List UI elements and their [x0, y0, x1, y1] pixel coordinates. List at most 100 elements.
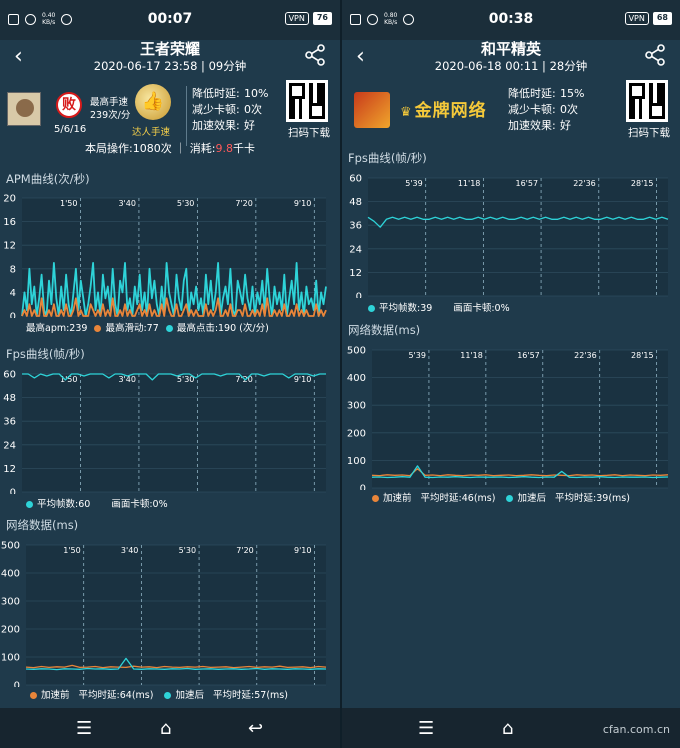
net-legend-after: 加速后 — [175, 690, 204, 701]
brand-name: 金牌网络 — [414, 101, 487, 121]
lag-label: 减少卡顿: — [508, 103, 556, 116]
fps-legend-lag: 画面卡顿:0% — [111, 499, 168, 510]
brand-logo: ♛ 金牌网络 — [400, 96, 487, 121]
vpn-badge: VPN — [284, 12, 309, 25]
net-chart-title: 网络数据(ms) — [6, 518, 79, 532]
plot-area — [22, 374, 326, 492]
y-tick-label: 100 — [347, 456, 366, 467]
y-tick-label: 12 — [349, 268, 362, 279]
return-icon[interactable]: ↩ — [248, 718, 263, 739]
thumbs-up-medal-icon: 👍 — [135, 84, 171, 120]
hero-avatar — [7, 92, 41, 126]
session-time: 2020-06-18 00:11 | 28分钟 — [434, 59, 588, 73]
legend-dot-orange — [372, 495, 379, 502]
qr-code[interactable] — [286, 80, 328, 122]
lag-value: 0次 — [244, 103, 262, 116]
home-icon[interactable]: ⌂ — [160, 718, 171, 739]
share-icon[interactable] — [644, 44, 666, 66]
y-tick-label: 300 — [347, 401, 366, 412]
game-summary: 败 5/6/16 最高手速 239次/分 👍 达人手速 降低时延: 10% 减少卡… — [0, 78, 340, 168]
battery-level: 76 — [312, 12, 332, 25]
apm-chart-title: APM曲线(次/秒) — [6, 172, 90, 186]
left-apm-svg: 0 4 8 12 16 20 1'50 3'40 5'30 7'20 9'10 — [3, 194, 327, 318]
left-net-svg: 0 100 200 300 400 500 1'50 3'40 5'30 7'20 9'10 — [1, 541, 327, 688]
fps-chart: 0 12 24 36 48 60 1'50 3'40 5'30 7'20 9'10 — [0, 366, 334, 494]
net-chart-title: 网络数据(ms) — [348, 323, 421, 337]
y-tick-label: 400 — [347, 373, 366, 384]
x-tick-label: 5'30 — [177, 375, 194, 384]
effect-value: 好 — [244, 119, 255, 132]
fps-legend: 平均帧数:60 画面卡顿:0% — [26, 496, 168, 510]
home-icon[interactable]: ⌂ — [502, 718, 513, 739]
max-speed-label: 最高手速 — [90, 97, 129, 108]
page-header: ‹ 王者荣耀 2020-06-17 23:58 | 09分钟 — [0, 34, 340, 78]
x-tick-label: 5'30 — [179, 546, 196, 555]
qr-download-label: 扫码下载 — [628, 127, 670, 139]
qr-download-label: 扫码下载 — [288, 127, 330, 139]
effect-label: 加速效果: — [508, 119, 556, 132]
latency-value: 10% — [244, 87, 269, 100]
net-legend: 加速前 平均时延:46(ms) 加速后 平均时延:39(ms) — [372, 490, 630, 504]
summary-unit: 千卡 — [232, 142, 255, 155]
latency-label: 降低时延: — [508, 87, 556, 100]
page-title: 王者荣耀 — [139, 40, 200, 58]
x-tick-label: 1'50 — [63, 546, 80, 555]
legend-dot-cyan — [165, 325, 173, 332]
x-tick-label: 16'57 — [517, 351, 540, 360]
legend-dot-orange — [30, 692, 37, 699]
x-tick-label: 3'40 — [118, 199, 135, 208]
legend-dot-orange — [94, 325, 102, 332]
kda-record: 5/6/16 — [54, 124, 87, 135]
divider — [186, 86, 187, 146]
apm-legend-slide: 最高滑动:77 — [105, 323, 159, 334]
fps-legend-lag: 画面卡顿:0% — [453, 303, 510, 314]
y-tick-label: 24 — [349, 244, 362, 255]
net-legend-after-avg: 平均时延:39(ms) — [555, 493, 630, 504]
x-tick-label: 7'20 — [235, 199, 252, 208]
y-tick-label: 100 — [1, 653, 20, 664]
system-nav-bar: ☰ ⌂ cfan.com.cn — [342, 708, 680, 748]
game-logo — [354, 92, 390, 128]
medal-label: 达人手速 — [132, 127, 171, 138]
net-legend-before-avg: 平均时延:64(ms) — [78, 690, 154, 701]
max-speed-value: 239次/分 — [90, 110, 131, 121]
vpn-badge: VPN — [624, 12, 649, 25]
max-speed: 最高手速 239次/分 — [90, 96, 130, 122]
fps-chart-title: Fps曲线(帧/秒) — [6, 347, 85, 361]
y-tick-label: 12 — [3, 241, 16, 252]
net-legend-before: 加速前 — [383, 493, 412, 504]
x-tick-label: 28'15 — [631, 351, 654, 360]
left-fps-svg: 01224364860 1'50 3'40 5'30 7'20 9'10 — [3, 370, 326, 494]
status-icons-right: VPN 76 — [284, 12, 332, 25]
x-tick-label: 22'36 — [574, 351, 597, 360]
y-tick-label: 36 — [349, 221, 362, 232]
effect-label: 加速效果: — [192, 119, 240, 132]
fps-legend-avg: 平均帧数:39 — [379, 303, 433, 314]
x-tick-label: 9'10 — [294, 199, 311, 208]
right-net-svg: 0 100 200 300 400 500 5'39 11'18 16'57 22'36 28'15 — [347, 346, 669, 491]
y-tick-label: 300 — [1, 597, 20, 608]
qr-code[interactable] — [626, 80, 668, 122]
lag-value: 0次 — [560, 103, 578, 116]
menu-icon[interactable]: ☰ — [76, 718, 92, 739]
fps-chart-title: Fps曲线(帧/秒) — [348, 151, 427, 165]
legend-dot-cyan — [506, 495, 514, 502]
y-tick-label: 48 — [349, 197, 362, 208]
net-chart: 0 100 200 300 400 500 1'50 3'40 5'30 7'20 9'10 — [0, 537, 334, 687]
x-tick-label: 7'20 — [236, 546, 253, 555]
menu-icon[interactable]: ☰ — [418, 718, 434, 739]
result-badge: 败 — [56, 92, 82, 118]
y-tick-label: 48 — [3, 393, 16, 404]
y-tick-label: 0 — [14, 681, 20, 688]
y-tick-label: 36 — [3, 417, 16, 428]
latency-label: 降低时延: — [192, 87, 240, 100]
battery-level: 68 — [652, 12, 672, 25]
y-tick-label: 0 — [356, 292, 362, 299]
y-tick-label: 12 — [3, 464, 16, 475]
y-tick-label: 0 — [360, 484, 366, 491]
net-chart: 0 100 200 300 400 500 5'39 11'18 16'57 22'36 28'15 — [342, 342, 676, 490]
net-legend-before-avg: 平均时延:46(ms) — [420, 493, 496, 504]
apm-legend-click: 最高点击:190 (次/分) — [176, 323, 269, 334]
share-icon[interactable] — [304, 44, 326, 66]
crown-icon: ♛ — [400, 105, 413, 120]
